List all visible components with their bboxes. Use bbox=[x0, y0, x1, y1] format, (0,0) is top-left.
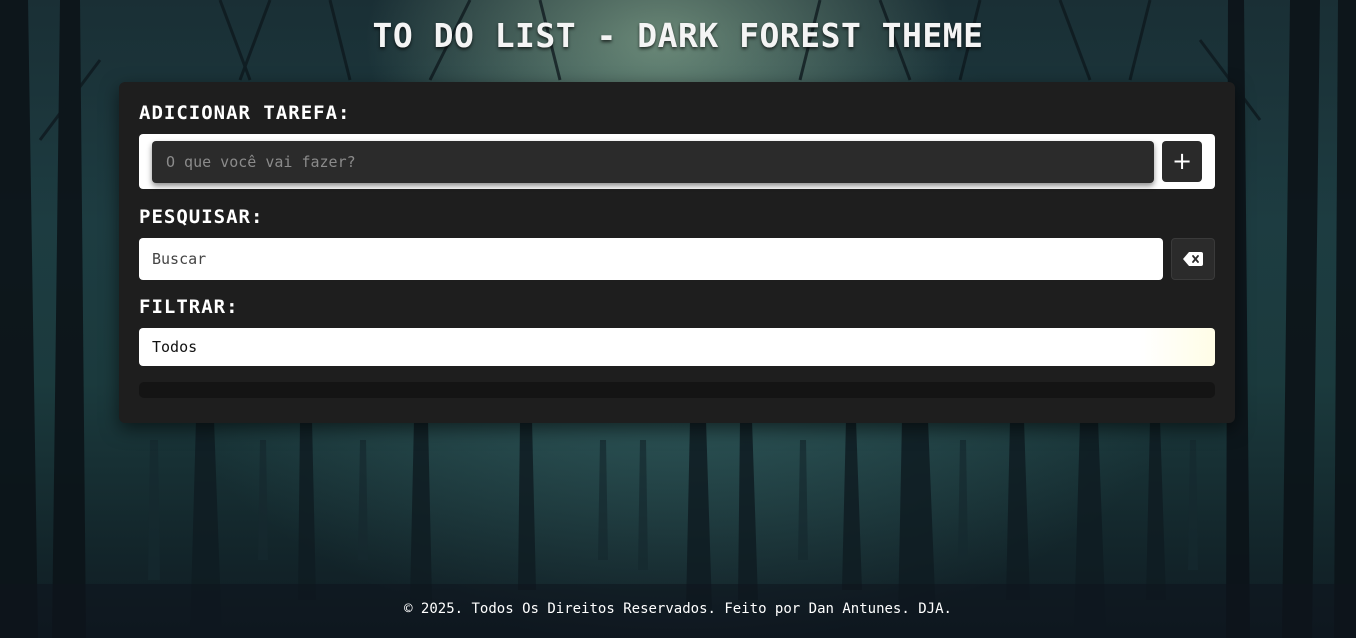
footer-copyright: © 2025. Todos Os Direitos Reservados. Fe… bbox=[404, 601, 952, 617]
todo-card: ADICIONAR TAREFA: + PESQUISAR: FILTRAR: … bbox=[119, 82, 1235, 423]
filter-label: FILTRAR: bbox=[139, 296, 239, 318]
add-task-form: + bbox=[139, 134, 1215, 189]
filter-select[interactable]: Todos bbox=[139, 328, 1215, 366]
add-task-label: ADICIONAR TAREFA: bbox=[139, 102, 351, 124]
backspace-icon bbox=[1183, 252, 1203, 266]
plus-icon: + bbox=[1171, 147, 1193, 175]
filter-selected-value: Todos bbox=[152, 338, 198, 356]
task-input[interactable] bbox=[152, 141, 1154, 183]
add-task-button[interactable]: + bbox=[1162, 141, 1202, 182]
footer: © 2025. Todos Os Direitos Reservados. Fe… bbox=[0, 584, 1356, 638]
search-input[interactable] bbox=[139, 238, 1163, 280]
todo-list bbox=[139, 382, 1215, 398]
page-title: TO DO LIST - DARK FOREST THEME bbox=[372, 16, 984, 55]
search-label: PESQUISAR: bbox=[139, 206, 264, 228]
clear-search-button[interactable] bbox=[1171, 238, 1215, 280]
